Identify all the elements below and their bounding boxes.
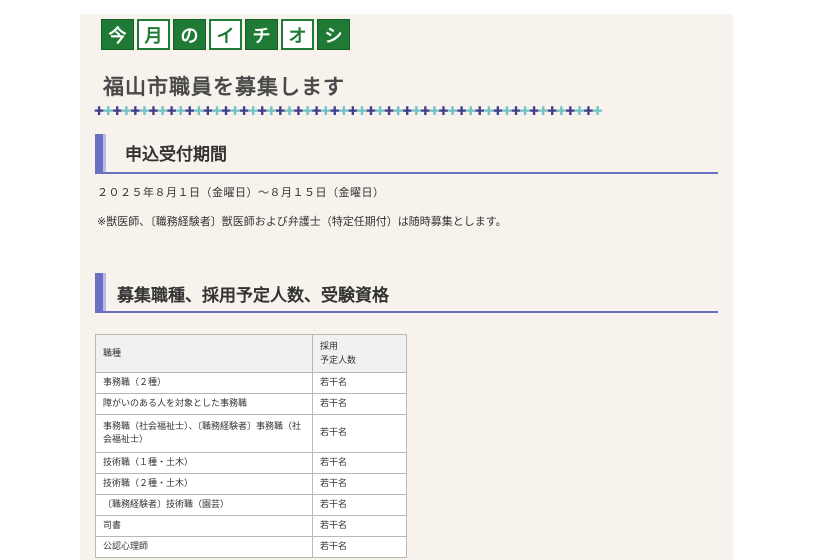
table-row: 司書 若干名 <box>95 515 407 537</box>
job-cell: 技術職（２種・土木） <box>95 473 313 495</box>
table-row: 障がいのある人を対象とした事務職 若干名 <box>95 393 407 415</box>
column-header-job: 職種 <box>95 334 313 373</box>
job-cell: 〔職務経験者〕技術職（園芸） <box>95 494 313 516</box>
job-cell: 事務職（２種） <box>95 372 313 394</box>
table-row: 公認心理師 若干名 <box>95 536 407 558</box>
job-cell: 障がいのある人を対象とした事務職 <box>95 393 313 415</box>
badge-char: チ <box>245 19 278 50</box>
count-cell: 若干名 <box>312 452 407 474</box>
period-dates: ２０２５年８月１日（金曜日）～８月１５日（金曜日） <box>97 186 385 199</box>
table-row: 事務職（２種） 若干名 <box>95 372 407 394</box>
heading-accent-bar <box>95 273 103 311</box>
content-page: 今 月 の イ チ オ シ 福山市職員を募集します ✚✚✚✚✚✚✚✚✚✚✚✚✚✚… <box>80 14 733 560</box>
table-row: 技術職（２種・土木） 若干名 <box>95 473 407 495</box>
badge-char: オ <box>281 19 314 50</box>
badge-char: シ <box>317 19 350 50</box>
count-cell: 若干名 <box>312 473 407 495</box>
period-note: ※獣医師、〔職務経験者〕獣医師および弁護士（特定任期付）は随時募集とします。 <box>97 215 507 228</box>
recommend-badge: 今 月 の イ チ オ シ <box>101 19 350 50</box>
count-cell: 若干名 <box>312 494 407 516</box>
page-title: 福山市職員を募集します <box>103 75 345 99</box>
heading-accent-bar <box>103 273 106 311</box>
decorative-cross-divider: ✚✚✚✚✚✚✚✚✚✚✚✚✚✚✚✚✚✚✚✚✚✚✚✚✚✚✚✚✚✚✚✚✚✚✚✚✚✚✚✚… <box>94 104 603 118</box>
badge-char: の <box>173 19 206 50</box>
job-cell: 公認心理師 <box>95 536 313 558</box>
section-heading-text: 申込受付期間 <box>125 145 227 165</box>
badge-char: イ <box>209 19 242 50</box>
job-cell: 司書 <box>95 515 313 537</box>
count-cell: 若干名 <box>312 393 407 415</box>
count-cell: 若干名 <box>312 414 407 453</box>
table-header-row: 職種 採用 予定人数 <box>95 334 407 373</box>
count-cell: 若干名 <box>312 372 407 394</box>
table-row: 事務職（社会福祉士）、〔職務経験者〕事務職（社会福祉士） 若干名 <box>95 414 407 453</box>
job-cell: 事務職（社会福祉士）、〔職務経験者〕事務職（社会福祉士） <box>95 414 313 453</box>
table-row: 〔職務経験者〕技術職（園芸） 若干名 <box>95 494 407 516</box>
section-heading-period: 申込受付期間 <box>95 134 718 174</box>
heading-accent-bar <box>103 134 106 172</box>
count-cell: 若干名 <box>312 536 407 558</box>
job-cell: 技術職（１種・土木） <box>95 452 313 474</box>
badge-char: 月 <box>137 19 170 50</box>
section-heading-jobs: 募集職種、採用予定人数、受験資格 <box>95 273 718 313</box>
count-cell: 若干名 <box>312 515 407 537</box>
column-header-count: 採用 予定人数 <box>312 334 407 373</box>
section-heading-text: 募集職種、採用予定人数、受験資格 <box>117 286 389 306</box>
jobs-table: 職種 採用 予定人数 事務職（２種） 若干名 障がいのある人を対象とした事務職 … <box>95 334 407 558</box>
table-row: 技術職（１種・土木） 若干名 <box>95 452 407 474</box>
badge-char: 今 <box>101 19 134 50</box>
heading-accent-bar <box>95 134 103 172</box>
